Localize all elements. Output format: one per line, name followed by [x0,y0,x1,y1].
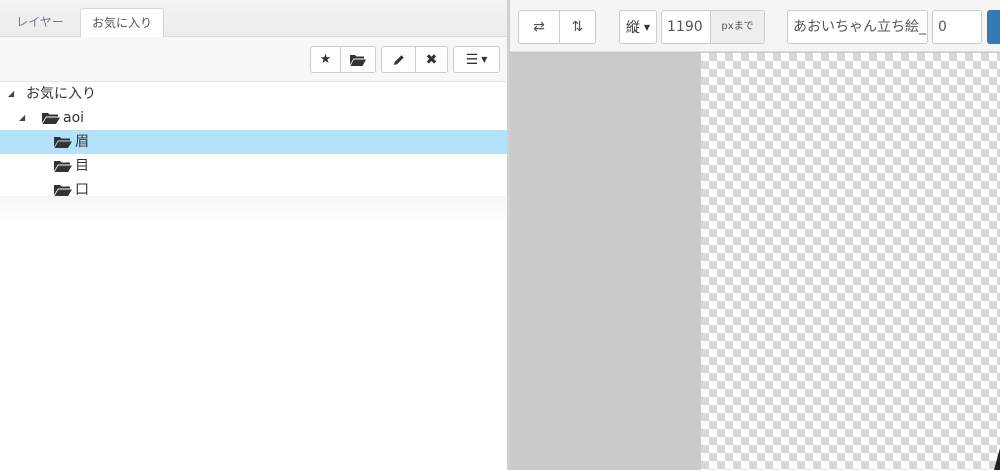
star-icon: ★ [319,52,332,67]
close-icon: ✖ [425,51,438,68]
options-menu-button[interactable]: ☰ ▼ [453,46,500,73]
hamburger-menu-icon: ☰ [465,51,479,68]
folder-open-icon [42,113,60,124]
size-unit-addon: pxまで [710,10,765,44]
tree-node-folder[interactable]: ◢ aoi [0,106,507,130]
folder-open-icon [54,185,72,196]
add-favorite-button[interactable]: ★ [310,46,341,73]
tree-node-label: 眉 [75,134,89,150]
filename-input[interactable]: あおいちゃん立ち絵_ [787,10,928,44]
favorites-toolbar: ★ ✖ ☰ ▼ [0,37,509,82]
tab-bar: レイヤー お気に入り [0,0,509,38]
tab-favorites[interactable]: お気に入り [80,8,164,38]
new-folder-button[interactable] [341,46,376,73]
delete-button[interactable]: ✖ [416,46,448,73]
tree-node-item[interactable]: 眉 [0,130,507,154]
primary-action-button[interactable] [987,10,1000,44]
folder-open-icon [350,54,366,66]
tree-bottom-shade [0,196,507,226]
direction-select-value: 縦 [625,20,640,36]
swap-vertical-icon: ⇅ [571,19,584,35]
caret-down-icon: ▼ [643,22,651,32]
rename-button[interactable] [381,46,416,73]
pencil-icon [393,54,404,65]
tree-node-root[interactable]: ◢ お気に入り [0,82,507,106]
direction-select[interactable]: 縦 ▼ [619,10,657,44]
flip-vertical-button[interactable]: ⇅ [559,10,596,44]
favorites-panel: レイヤー お気に入り ★ ✖ ☰ ▼ ◢ お気に入り ◢ aoi 眉 目 口 [0,0,509,470]
expanded-triangle-icon[interactable]: ◢ [19,106,25,130]
tree-node-label: お気に入り [26,86,96,102]
favorites-tree: ◢ お気に入り ◢ aoi 眉 目 口 [0,82,507,202]
index-input[interactable]: 0 [932,10,982,44]
tab-layers[interactable]: レイヤー [2,8,78,38]
caret-down-icon: ▼ [481,55,488,64]
transparent-canvas[interactable] [701,53,1000,470]
export-toolbar: ⇄ ⇅ 縦 ▼ 1190 pxまで あおいちゃん立ち絵_ 0 [510,0,1000,52]
expanded-triangle-icon[interactable]: ◢ [8,82,14,106]
swap-horizontal-icon: ⇄ [533,19,545,35]
tree-node-item[interactable]: 目 [0,154,507,178]
tree-node-label: 目 [75,158,89,174]
size-input[interactable]: 1190 [661,10,711,44]
tree-node-label: aoi [63,110,85,126]
folder-open-icon [54,161,72,172]
flip-horizontal-button[interactable]: ⇄ [518,10,560,44]
preview-panel: ⇄ ⇅ 縦 ▼ 1190 pxまで あおいちゃん立ち絵_ 0 [510,0,1000,470]
folder-open-icon [54,137,72,148]
resize-handle-icon[interactable] [992,448,1000,470]
